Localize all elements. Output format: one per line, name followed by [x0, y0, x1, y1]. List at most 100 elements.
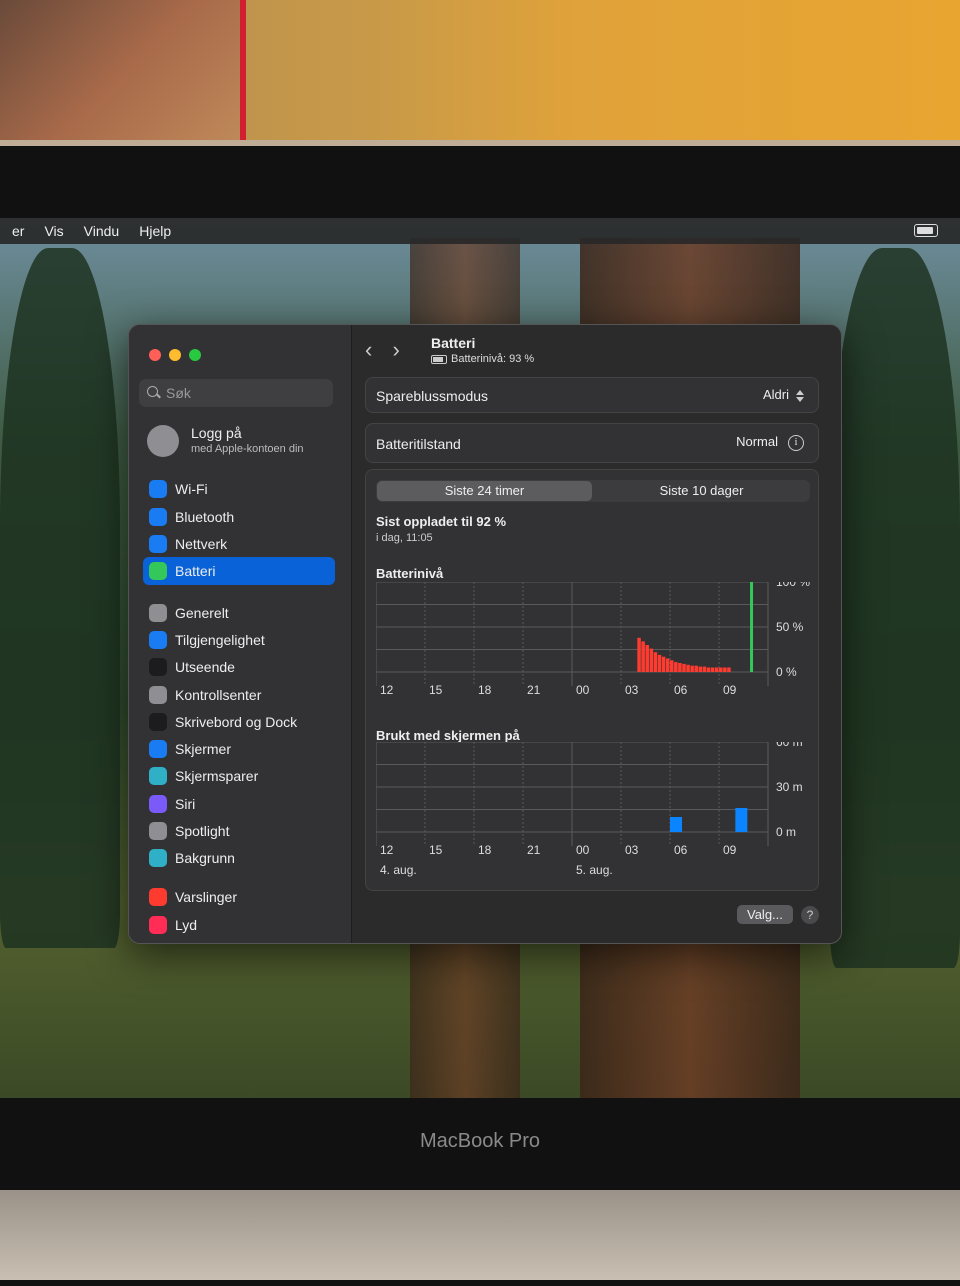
battery-level-chart: 12 15 18 21 00 03 06 09 100 % 50 % 0 %: [376, 582, 810, 697]
date-label: 5. aug.: [576, 863, 613, 877]
tab-last-10-days[interactable]: Siste 10 dager: [594, 481, 809, 501]
chart-bar: [719, 667, 723, 672]
sidebar-item-varslinger[interactable]: Varslinger: [143, 883, 335, 911]
x-tick-label: 09: [723, 683, 737, 697]
wifi-icon: [149, 480, 167, 498]
chart-bar: [641, 641, 645, 672]
search-icon: [147, 386, 158, 397]
tab-last-24-hours[interactable]: Siste 24 timer: [377, 481, 592, 501]
sidebar-item-siri[interactable]: Siri: [143, 790, 335, 818]
sidebar-item-utseende[interactable]: Utseende: [143, 653, 335, 681]
chart-bar: [645, 645, 649, 672]
menu-item-hjelp[interactable]: Hjelp: [139, 223, 171, 239]
wallpaper-tree: [0, 248, 120, 948]
period-segmented-control: Siste 24 timer Siste 10 dager: [376, 480, 810, 502]
chart-bar: [678, 663, 682, 672]
sidebar-item-label: Bluetooth: [175, 509, 235, 525]
x-tick-label: 18: [478, 683, 492, 697]
search-placeholder: Søk: [166, 385, 191, 401]
apple-account-signin[interactable]: Logg på med Apple-kontoen din: [147, 423, 347, 463]
sidebar-item-bakgrunn[interactable]: Bakgrunn: [143, 844, 335, 872]
menu-item-vindu[interactable]: Vindu: [84, 223, 120, 239]
appearance-icon: [149, 658, 167, 676]
chart-bar: [706, 667, 711, 672]
zoom-button[interactable]: [189, 349, 201, 361]
options-button[interactable]: Valg...: [737, 905, 793, 924]
sidebar-item-skjermsparer[interactable]: Skjermsparer: [143, 762, 335, 790]
date-label: 4. aug.: [380, 863, 417, 877]
sidebar-item-skrivebord-og-dock[interactable]: Skrivebord og Dock: [143, 708, 335, 736]
battery-level-chart-title: Batterinivå: [376, 566, 444, 581]
sidebar-item-generelt[interactable]: Generelt: [143, 599, 335, 627]
battery-health-value: Normal i: [736, 434, 804, 451]
sidebar-item-kontrollsenter[interactable]: Kontrollsenter: [143, 681, 335, 709]
sidebar-item-batteri[interactable]: Batteri: [143, 557, 335, 585]
sidebar-item-label: Nettverk: [175, 536, 228, 552]
sidebar-item-label: Batteri: [175, 563, 216, 579]
charge-bar: [750, 582, 754, 672]
chart-bar: [661, 656, 666, 672]
minimize-button[interactable]: [169, 349, 181, 361]
sidebar: Søk Logg på med Apple-kontoen din Wi-Fi B…: [129, 325, 352, 943]
menu-item-vis[interactable]: Vis: [44, 223, 63, 239]
menu-bar: er Vis Vindu Hjelp: [0, 218, 960, 244]
sidebar-item-wi-fi[interactable]: Wi-Fi: [143, 475, 335, 503]
sidebar-item-skjermer[interactable]: Skjermer: [143, 735, 335, 763]
y-tick-label: 60 m: [776, 742, 803, 749]
spotlight-icon: [149, 822, 167, 840]
low-power-select[interactable]: Aldri: [763, 387, 804, 403]
chart-bar: [698, 666, 703, 672]
sidebar-item-label: Bakgrunn: [175, 850, 235, 866]
sidebar-item-label: Lyd: [175, 917, 198, 933]
search-input[interactable]: Søk: [139, 379, 333, 407]
sidebar-item-label: Generelt: [175, 605, 229, 621]
sidebar-item-bluetooth[interactable]: Bluetooth: [143, 503, 335, 531]
chart-bar: [657, 654, 662, 672]
battery-status-icon[interactable]: [914, 224, 938, 237]
last-charged-title: Sist oppladet til 92 %: [376, 514, 507, 529]
back-icon[interactable]: ‹: [365, 337, 372, 362]
y-tick-label: 100 %: [776, 582, 810, 589]
laptop-base: [0, 1190, 960, 1280]
battery-health-label: Batteritilstand: [376, 436, 461, 452]
x-tick-label: 00: [576, 683, 590, 697]
sidebar-item-lyd[interactable]: Lyd: [143, 911, 335, 939]
window-controls: [149, 349, 201, 361]
x-tick-label: 09: [723, 843, 737, 857]
sidebar-item-label: Tilgjengelighet: [175, 632, 265, 648]
low-power-label: Spareblussmodus: [376, 388, 489, 404]
chart-bar: [674, 662, 678, 672]
sidebar-item-label: Skrivebord og Dock: [175, 714, 298, 730]
menu-item[interactable]: er: [12, 223, 24, 239]
gear-icon: [149, 604, 167, 622]
help-button[interactable]: ?: [801, 906, 819, 924]
desktop-screen: er Vis Vindu Hjelp Søk Logg på med Apple…: [0, 218, 960, 1098]
sidebar-item-label: Skjermsparer: [175, 768, 259, 784]
accessibility-icon: [149, 631, 167, 649]
globe-icon: [149, 535, 167, 553]
usage-card: Siste 24 timer Siste 10 dager Sist oppla…: [365, 469, 819, 891]
x-tick-label: 15: [429, 683, 443, 697]
sound-icon: [149, 916, 167, 934]
y-tick-label: 50 %: [776, 620, 804, 634]
chart-bar: [702, 666, 707, 672]
bluetooth-icon: [149, 508, 167, 526]
battery-level-text: Batterinivå: 93 %: [431, 353, 534, 365]
displays-icon: [149, 740, 167, 758]
chart-bar: [723, 667, 727, 672]
close-button[interactable]: [149, 349, 161, 361]
x-tick-label: 03: [625, 843, 639, 857]
sidebar-item-label: Siri: [175, 796, 196, 812]
sidebar-item-spotlight[interactable]: Spotlight: [143, 817, 335, 845]
info-icon[interactable]: i: [788, 434, 804, 451]
wallpaper-icon: [149, 849, 167, 867]
battery-health-row: Batteritilstand Normal i: [365, 423, 819, 463]
forward-icon[interactable]: ›: [392, 337, 399, 362]
sidebar-item-nettverk[interactable]: Nettverk: [143, 530, 335, 558]
siri-icon: [149, 795, 167, 813]
sidebar-item-tilgjengelighet[interactable]: Tilgjengelighet: [143, 626, 335, 654]
chart-bar: [735, 808, 748, 832]
chart-bar: [710, 667, 715, 672]
chart-bar: [694, 665, 698, 672]
chart-bar: [686, 664, 690, 672]
